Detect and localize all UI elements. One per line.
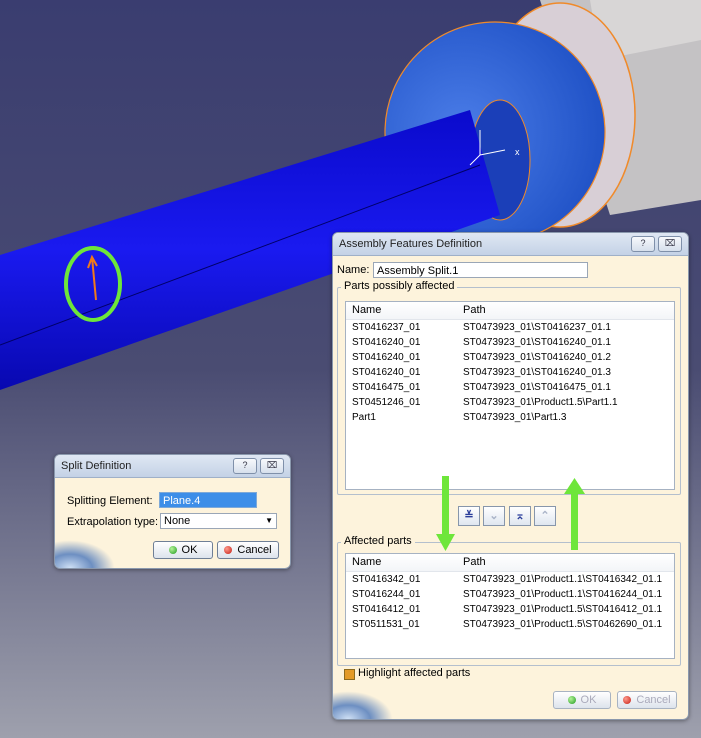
assembly-cancel-button[interactable]: Cancel [617, 691, 677, 709]
extrapolation-type-select[interactable]: None ▼ [160, 513, 277, 529]
cancel-icon [224, 546, 233, 554]
table-row[interactable]: ST0416342_01 ST0473923_01\Product1.1\ST04… [346, 572, 674, 587]
splitting-element-label: Splitting Element: [67, 495, 153, 507]
table-row[interactable]: ST0451246_01 ST0473923_01\Product1.5\Part… [346, 395, 674, 410]
column-header-name[interactable]: Name [346, 554, 457, 571]
split-dialog-titlebar: Split Definition ? ⌧ [55, 455, 290, 478]
move-down-icon[interactable]: ⌄ [483, 506, 505, 526]
move-all-down-icon[interactable]: ≚ [458, 506, 480, 526]
assembly-dialog-title: Assembly Features Definition [339, 238, 483, 250]
column-header-path[interactable]: Path [457, 554, 674, 571]
list-header: Name Path [346, 302, 674, 320]
row-path-cell: ST0473923_01\ST0416240_01.1 [463, 337, 611, 348]
parts-possibly-affected-title: Parts possibly affected [341, 280, 458, 292]
assembly-dialog-titlebar: Assembly Features Definition ? ⌧ [333, 233, 688, 256]
table-row[interactable]: ST0416244_01 ST0473923_01\Product1.1\ST04… [346, 587, 674, 602]
split-definition-dialog: Split Definition ? ⌧ Splitting Element: … [54, 454, 291, 569]
affected-parts-list[interactable]: Name Path ST0416342_01 ST0473923_01\Produ… [345, 553, 675, 659]
row-name-cell: ST0416237_01 [352, 322, 421, 333]
close-icon[interactable]: ⌧ [658, 236, 682, 252]
ok-icon [567, 696, 576, 704]
row-name-cell: ST0416475_01 [352, 382, 421, 393]
row-name-cell: ST0416244_01 [352, 589, 421, 600]
row-path-cell: ST0473923_01\ST0416240_01.3 [463, 367, 611, 378]
row-name-cell: ST0416412_01 [352, 604, 421, 615]
extrapolation-type-label: Extrapolation type: [67, 516, 159, 528]
row-name-cell: ST0416342_01 [352, 574, 421, 585]
list-header: Name Path [346, 554, 674, 572]
assembly-ok-button[interactable]: OK [553, 691, 611, 709]
table-row[interactable]: ST0416475_01 ST0473923_01\ST0416475_01.1 [346, 380, 674, 395]
table-row[interactable]: Part1 ST0473923_01\Part1.3 [346, 410, 674, 425]
row-path-cell: ST0473923_01\ST0416475_01.1 [463, 382, 611, 393]
table-row[interactable]: ST0416240_01 ST0473923_01\ST0416240_01.1 [346, 335, 674, 350]
extrapolation-type-value: None [164, 515, 191, 527]
affected-parts-title: Affected parts [341, 535, 415, 547]
feature-name-field[interactable]: Assembly Split.1 [373, 262, 588, 278]
highlight-affected-checkbox[interactable] [344, 669, 355, 680]
table-row[interactable]: ST0416240_01 ST0473923_01\ST0416240_01.3 [346, 365, 674, 380]
column-header-name[interactable]: Name [346, 302, 457, 319]
row-name-cell: ST0416240_01 [352, 352, 421, 363]
highlight-affected-label: Highlight affected parts [358, 667, 471, 679]
parts-possibly-affected-list[interactable]: Name Path ST0416237_01 ST0473923_01\ST041… [345, 301, 675, 490]
row-path-cell: ST0473923_01\Product1.1\ST0416244_01.1 [463, 589, 663, 600]
row-name-cell: ST0511531_01 [352, 619, 420, 630]
split-cancel-button[interactable]: Cancel [217, 541, 279, 559]
catia-logo-decoration [55, 540, 115, 568]
row-path-cell: ST0473923_01\Product1.5\Part1.1 [463, 397, 618, 408]
split-ok-button[interactable]: OK [153, 541, 213, 559]
help-icon[interactable]: ? [233, 458, 257, 474]
row-name-cell: ST0416240_01 [352, 367, 421, 378]
row-path-cell: ST0473923_01\Product1.5\ST0462690_01.1 [463, 619, 663, 630]
axis-x-label: x [515, 147, 520, 157]
split-dialog-title: Split Definition [61, 460, 132, 472]
help-icon[interactable]: ? [631, 236, 655, 252]
splitting-element-field[interactable]: Plane.4 [159, 492, 257, 508]
move-up-icon[interactable]: ⌃ [534, 506, 556, 526]
row-path-cell: ST0473923_01\Part1.3 [463, 412, 567, 423]
table-row[interactable]: ST0416240_01 ST0473923_01\ST0416240_01.2 [346, 350, 674, 365]
name-label: Name: [337, 264, 370, 276]
row-name-cell: ST0451246_01 [352, 397, 421, 408]
assembly-features-dialog: Assembly Features Definition ? ⌧ Name: A… [332, 232, 689, 720]
catia-logo-decoration [333, 691, 393, 719]
table-row[interactable]: ST0416237_01 ST0473923_01\ST0416237_01.1 [346, 320, 674, 335]
green-arrow-up-icon [564, 478, 585, 550]
row-name-cell: Part1 [352, 412, 376, 423]
close-icon[interactable]: ⌧ [260, 458, 284, 474]
ok-icon [168, 546, 177, 554]
table-row[interactable]: ST0416412_01 ST0473923_01\Product1.5\ST04… [346, 602, 674, 617]
green-arrow-down-icon [436, 476, 455, 551]
chevron-down-icon: ▼ [265, 516, 273, 525]
table-row[interactable]: ST0511531_01 ST0473923_01\Product1.5\ST04… [346, 617, 674, 632]
row-path-cell: ST0473923_01\Product1.5\ST0416412_01.1 [463, 604, 663, 615]
column-header-path[interactable]: Path [457, 302, 674, 319]
move-all-up-icon[interactable]: ⌅ [509, 506, 531, 526]
row-path-cell: ST0473923_01\Product1.1\ST0416342_01.1 [463, 574, 663, 585]
cancel-icon [623, 696, 632, 704]
row-name-cell: ST0416240_01 [352, 337, 421, 348]
row-path-cell: ST0473923_01\ST0416240_01.2 [463, 352, 611, 363]
row-path-cell: ST0473923_01\ST0416237_01.1 [463, 322, 611, 333]
